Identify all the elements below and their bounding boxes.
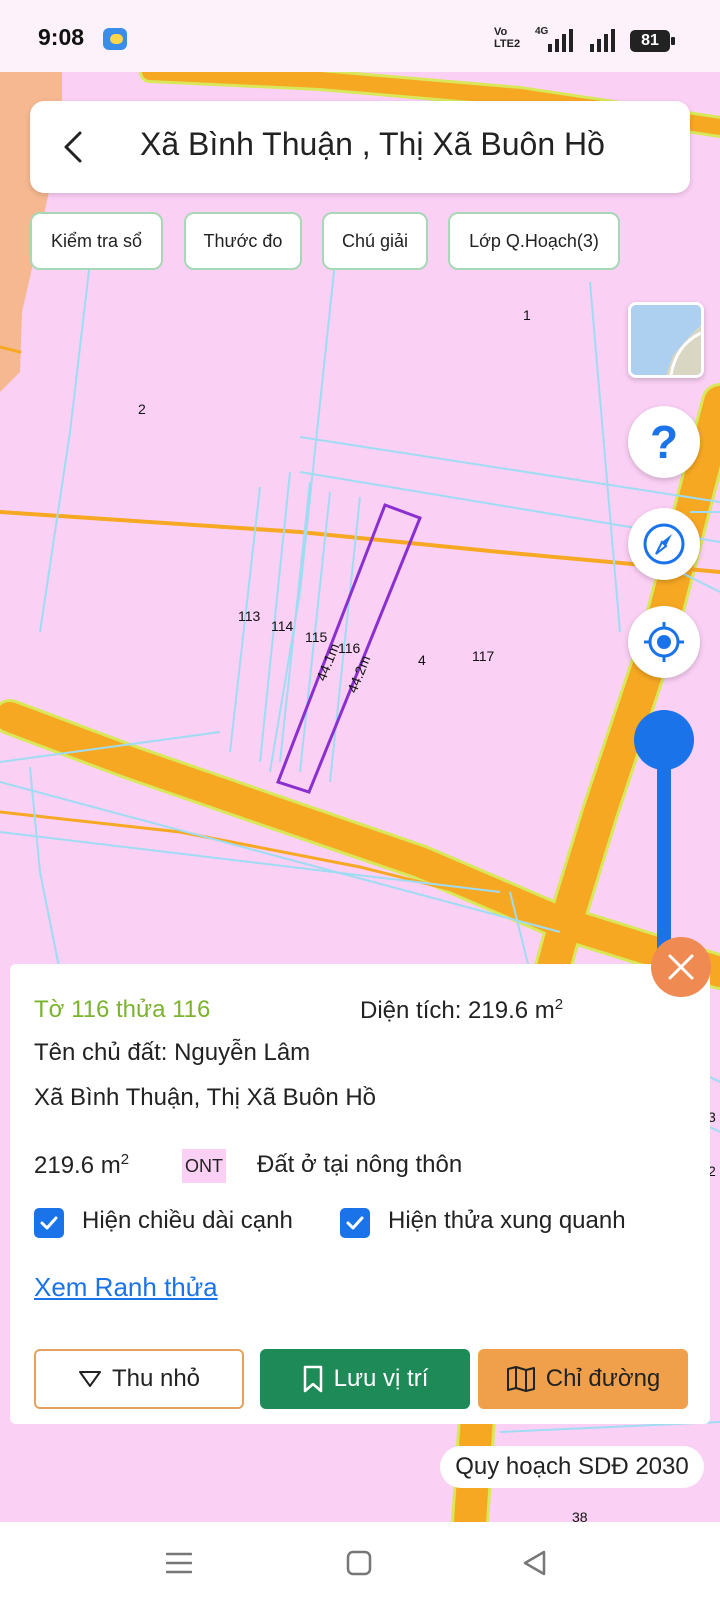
parcel-label: 113 <box>238 608 261 624</box>
check-book-button[interactable]: Kiểm tra sổ <box>30 212 163 270</box>
status-bar: 9:08 Vo LTE2 4G 81 <box>0 0 720 72</box>
system-nav-bar <box>0 1522 720 1608</box>
collapse-label: Thu nhỏ <box>111 1365 201 1392</box>
owner-name: Tên chủ đất: Nguyễn Lâm <box>34 1039 311 1066</box>
menu-icon[interactable] <box>166 1550 192 1576</box>
view-boundary-link[interactable]: Xem Ranh thửa <box>34 1272 218 1303</box>
parcel-label: 117 <box>472 648 495 664</box>
collapse-button[interactable]: Thu nhỏ <box>34 1349 244 1409</box>
save-location-label: Lưu vị trí <box>333 1365 429 1392</box>
area-label: Diện tích: 219.6 m2 <box>360 996 563 1025</box>
parcel-label: 2 <box>138 401 146 417</box>
directions-button[interactable]: Chỉ đường <box>478 1349 688 1409</box>
neighbors-label[interactable]: Hiện thửa xung quanh <box>388 1207 626 1235</box>
close-icon[interactable] <box>651 937 711 997</box>
signal-strength-icon <box>548 28 573 52</box>
bookmark-icon <box>303 1365 322 1393</box>
signal-strength-icon-2 <box>590 28 615 52</box>
parcel-label: 115 <box>305 629 328 645</box>
map-icon <box>506 1366 535 1392</box>
area-label-text: Diện tích: 219.6 m <box>360 997 555 1024</box>
save-location-button[interactable]: Lưu vị trí <box>260 1349 470 1409</box>
back-triangle-icon[interactable] <box>522 1550 548 1576</box>
neighbors-checkbox[interactable] <box>340 1208 370 1238</box>
parcel-label: 1 <box>523 307 531 323</box>
legend-button[interactable]: Chú giải <box>322 212 428 270</box>
triangle-down-icon <box>78 1371 101 1387</box>
question-icon[interactable]: ? <box>628 406 700 478</box>
compass-icon[interactable] <box>628 508 700 580</box>
volte-indicator: Vo LTE2 <box>494 26 521 50</box>
sheet-parcel-label: Tờ 116 thửa 116 <box>34 996 211 1023</box>
planning-year-badge[interactable]: Quy hoạch SDĐ 2030 <box>440 1446 704 1488</box>
search-header: Xã Bình Thuận , Thị Xã Buôn Hồ <box>30 101 690 193</box>
edge-lengths-checkbox[interactable] <box>34 1208 64 1238</box>
directions-label: Chỉ đường <box>545 1365 661 1392</box>
land-type: Đất ở tại nông thôn <box>257 1151 463 1178</box>
area-value: 219.6 m2 <box>34 1151 129 1180</box>
chevron-left-icon[interactable] <box>56 129 92 165</box>
area-value-sup: 2 <box>120 1151 130 1168</box>
parcel-address: Xã Bình Thuận, Thị Xã Buôn Hồ <box>34 1084 377 1111</box>
status-time: 9:08 <box>38 24 85 50</box>
location-title: Xã Bình Thuận , Thị Xã Buôn Hồ <box>140 126 605 162</box>
area-value-text: 219.6 m <box>34 1152 121 1179</box>
weather-cloud-sun-icon <box>103 28 127 50</box>
edge-lengths-label[interactable]: Hiện chiều dài cạnh <box>82 1207 293 1235</box>
parcel-label: 114 <box>271 618 294 634</box>
planning-layers-button[interactable]: Lớp Q.Hoạch(3) <box>448 212 620 270</box>
home-square-icon[interactable] <box>346 1550 372 1576</box>
battery-indicator: 81 <box>630 30 675 52</box>
parcel-label: 4 <box>418 652 426 668</box>
crosshair-locate-icon[interactable] <box>628 606 700 678</box>
satellite-basemap-icon[interactable] <box>628 302 704 378</box>
land-code-badge: ONT <box>182 1149 226 1183</box>
zoom-slider-handle[interactable] <box>634 710 694 770</box>
ruler-button[interactable]: Thước đo <box>184 212 302 270</box>
area-label-sup: 2 <box>554 996 564 1013</box>
edge-parcel-number: 38 <box>572 1509 588 1522</box>
network-type: 4G <box>535 26 549 37</box>
